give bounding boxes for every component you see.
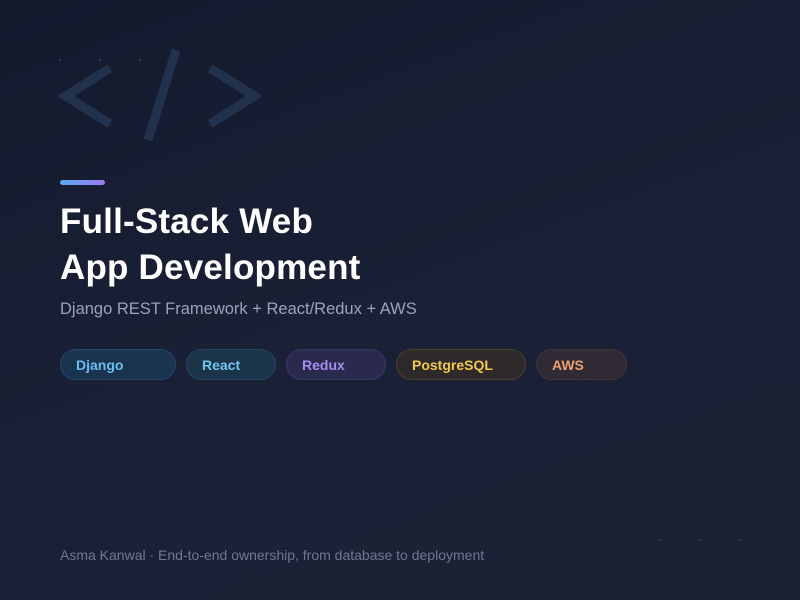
code-brackets-icon [58,48,263,142]
tag-react: React [186,349,276,380]
slide-footer: Asma Kanwal · End-to-end ownership, from… [60,547,485,563]
tag-aws: AWS [536,349,627,380]
slide-subtitle: Django REST Framework + React/Redux + AW… [60,300,417,318]
slide-title-line-1: Full-Stack Web [60,202,314,241]
tag-django: Django [60,349,176,380]
tag-postgresql: PostgreSQL [396,349,526,380]
slide-title-line-2: App Development [60,248,361,287]
accent-bar [60,180,105,185]
tag-redux: Redux [286,349,386,380]
slide-title: Full-Stack Web App Development [60,199,361,291]
tech-tag-list: Django React Redux PostgreSQL AWS [60,349,637,380]
